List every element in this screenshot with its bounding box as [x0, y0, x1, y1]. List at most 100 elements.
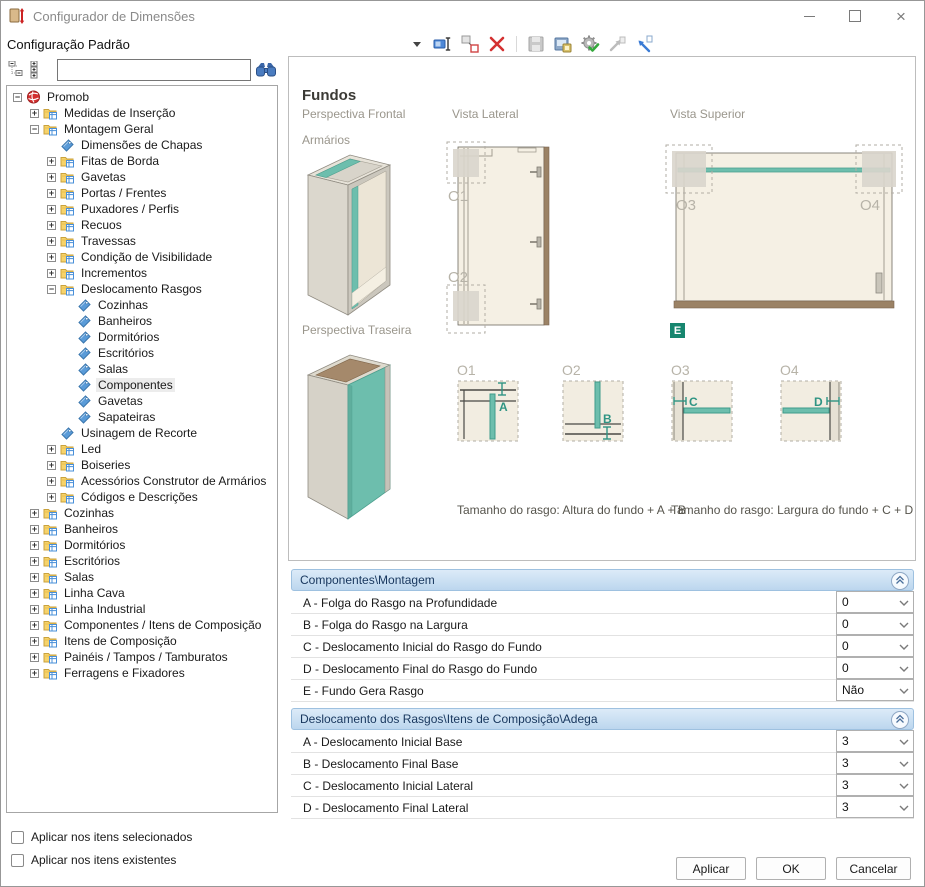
collapse-minus-icon[interactable]: −: [13, 93, 22, 102]
tree-item[interactable]: +Portas / Frentes: [7, 185, 277, 201]
panel-collapse-button[interactable]: [891, 711, 909, 729]
expand-plus-icon[interactable]: +: [47, 445, 56, 454]
tree-item[interactable]: +Acessórios Construtor de Armários: [7, 473, 277, 489]
tree-item[interactable]: +Salas: [7, 569, 277, 585]
expand-plus-icon[interactable]: +: [30, 557, 39, 566]
tree-item[interactable]: +Travessas: [7, 233, 277, 249]
tree-item[interactable]: +Led: [7, 441, 277, 457]
expand-plus-icon[interactable]: +: [30, 589, 39, 598]
apply-button[interactable]: Aplicar: [676, 857, 746, 880]
tree-item[interactable]: +Códigos e Descrições: [7, 489, 277, 505]
expand-plus-icon[interactable]: +: [30, 525, 39, 534]
tree-item[interactable]: +Gavetas: [7, 169, 277, 185]
expand-plus-icon[interactable]: +: [30, 669, 39, 678]
tree-item[interactable]: +Banheiros: [7, 521, 277, 537]
delete-icon[interactable]: [487, 34, 507, 54]
tree-item[interactable]: +Componentes / Itens de Composição: [7, 617, 277, 633]
expand-plus-icon[interactable]: +: [47, 253, 56, 262]
tree-item[interactable]: Gavetas: [7, 393, 277, 409]
panel-header: Deslocamento dos Rasgos\Itens de Composi…: [291, 708, 914, 730]
tree-item[interactable]: +Linha Cava: [7, 585, 277, 601]
tree-item[interactable]: Escritórios: [7, 345, 277, 361]
checkbox[interactable]: [11, 831, 24, 844]
expand-plus-icon[interactable]: +: [47, 173, 56, 182]
property-value-dropdown[interactable]: 0: [836, 591, 914, 613]
search-binoculars-icon[interactable]: [254, 58, 278, 82]
panel-header: Componentes\Montagem: [291, 569, 914, 591]
tree-item[interactable]: +Ferragens e Fixadores: [7, 665, 277, 681]
expand-plus-icon[interactable]: +: [47, 221, 56, 230]
tree-item[interactable]: +Puxadores / Perfis: [7, 201, 277, 217]
save-icon[interactable]: [526, 34, 546, 54]
tree-item[interactable]: +Cozinhas: [7, 505, 277, 521]
save-picture-icon[interactable]: [553, 34, 573, 54]
tree-item[interactable]: −Promob: [7, 89, 277, 105]
expand-plus-icon[interactable]: +: [47, 461, 56, 470]
expand-plus-icon[interactable]: +: [30, 541, 39, 550]
tree-item[interactable]: +Escritórios: [7, 553, 277, 569]
expand-plus-icon[interactable]: +: [30, 573, 39, 582]
tree-item[interactable]: −Deslocamento Rasgos: [7, 281, 277, 297]
cancel-button[interactable]: Cancelar: [836, 857, 911, 880]
window-maximize-button[interactable]: [832, 1, 878, 31]
tree-item[interactable]: Sapateiras: [7, 409, 277, 425]
expand-plus-icon[interactable]: +: [30, 653, 39, 662]
expand-plus-icon[interactable]: +: [47, 493, 56, 502]
expand-plus-icon[interactable]: +: [47, 237, 56, 246]
tree-item[interactable]: +Itens de Composição: [7, 633, 277, 649]
property-value-dropdown[interactable]: 3: [836, 730, 914, 752]
tree-item[interactable]: +Fitas de Borda: [7, 153, 277, 169]
tree-item[interactable]: +Recuos: [7, 217, 277, 233]
property-value-dropdown[interactable]: 0: [836, 657, 914, 679]
top-view-drawing: O3 O4: [664, 143, 904, 340]
expand-plus-icon[interactable]: +: [47, 157, 56, 166]
tree-item[interactable]: Cozinhas: [7, 297, 277, 313]
rename-icon[interactable]: [433, 34, 453, 54]
tree-item[interactable]: +Linha Industrial: [7, 601, 277, 617]
window-close-button[interactable]: ×: [878, 1, 924, 31]
property-value-dropdown[interactable]: 0: [836, 635, 914, 657]
expand-plus-icon[interactable]: +: [30, 637, 39, 646]
collapse-all-button[interactable]: [7, 59, 27, 81]
settings-check-icon[interactable]: [580, 34, 600, 54]
expand-plus-icon[interactable]: +: [47, 269, 56, 278]
tree-item[interactable]: Usinagem de Recorte: [7, 425, 277, 441]
tree-item[interactable]: +Incrementos: [7, 265, 277, 281]
expand-plus-icon[interactable]: +: [30, 605, 39, 614]
checkbox[interactable]: [11, 854, 24, 867]
export-arrow-icon[interactable]: [607, 34, 627, 54]
property-value-dropdown[interactable]: 3: [836, 774, 914, 796]
window-minimize-button[interactable]: [786, 1, 832, 31]
expand-plus-icon[interactable]: +: [47, 189, 56, 198]
expand-plus-icon[interactable]: +: [30, 509, 39, 518]
tree-item[interactable]: +Dormitórios: [7, 537, 277, 553]
configuration-selector[interactable]: Configuração Padrão: [1, 33, 425, 55]
property-value-dropdown[interactable]: 3: [836, 796, 914, 818]
expand-plus-icon[interactable]: +: [47, 477, 56, 486]
expand-all-button[interactable]: [29, 59, 49, 81]
expand-plus-icon[interactable]: +: [30, 109, 39, 118]
chevron-down-icon: [899, 661, 909, 675]
tree-item[interactable]: +Painéis / Tampos / Tamburatos: [7, 649, 277, 665]
tree-item[interactable]: +Medidas de Inserção: [7, 105, 277, 121]
collapse-minus-icon[interactable]: −: [30, 125, 39, 134]
tree-item[interactable]: +Boiseries: [7, 457, 277, 473]
collapse-minus-icon[interactable]: −: [47, 285, 56, 294]
tree-item[interactable]: +Condição de Visibilidade: [7, 249, 277, 265]
tree-item[interactable]: Componentes: [7, 377, 277, 393]
expand-plus-icon[interactable]: +: [47, 205, 56, 214]
tree-item[interactable]: Dimensões de Chapas: [7, 137, 277, 153]
tree-item[interactable]: Salas: [7, 361, 277, 377]
tree-item[interactable]: Dormitórios: [7, 329, 277, 345]
expand-plus-icon[interactable]: +: [30, 621, 39, 630]
tree-item[interactable]: Banheiros: [7, 313, 277, 329]
tree-search-input[interactable]: [57, 59, 251, 81]
property-value-dropdown[interactable]: 0: [836, 613, 914, 635]
panel-collapse-button[interactable]: [891, 572, 909, 590]
ok-button[interactable]: OK: [756, 857, 826, 880]
import-arrow-icon[interactable]: [634, 34, 654, 54]
tree-item[interactable]: −Montagem Geral: [7, 121, 277, 137]
duplicate-icon[interactable]: [460, 34, 480, 54]
property-value-dropdown[interactable]: Não: [836, 679, 914, 701]
property-value-dropdown[interactable]: 3: [836, 752, 914, 774]
